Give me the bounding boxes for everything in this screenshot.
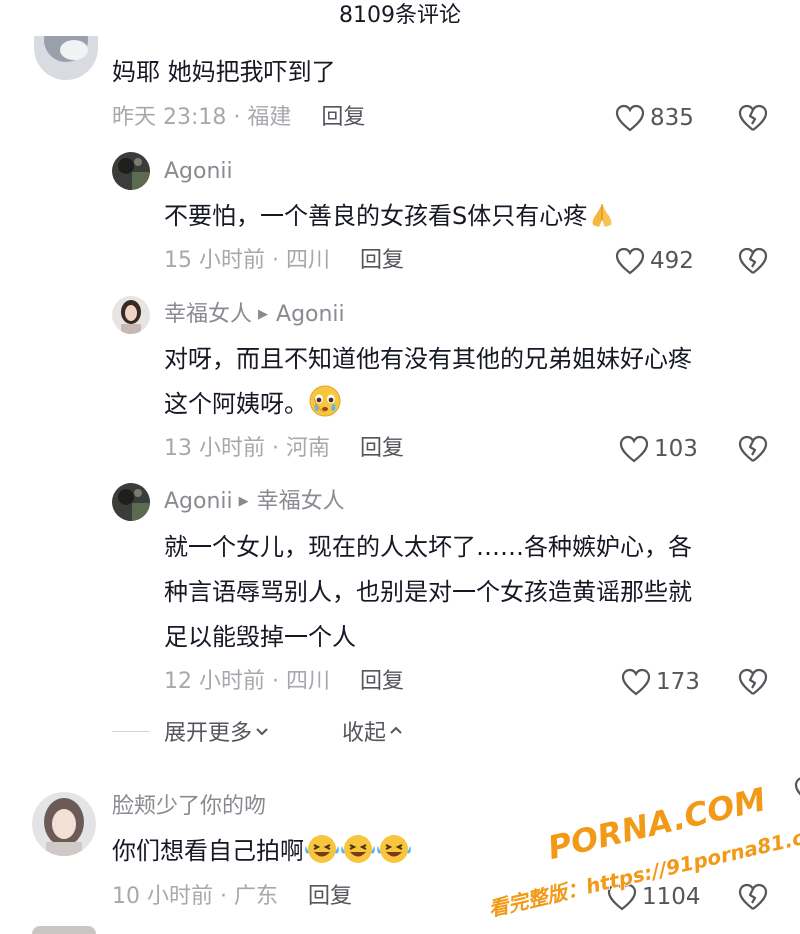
expand-more-button[interactable]: 展开更多 bbox=[164, 715, 272, 747]
divider bbox=[112, 730, 150, 732]
broken-heart-icon bbox=[738, 247, 768, 274]
avatar[interactable] bbox=[32, 792, 96, 856]
comment-meta: 12 小时前 · 四川 回复 bbox=[164, 668, 404, 696]
like-count: 173 bbox=[656, 669, 700, 695]
collapse-label: 收起 bbox=[342, 721, 387, 746]
reply-button[interactable]: 回复 bbox=[360, 669, 404, 694]
comment-text-body: 不要怕，一个善良的女孩看S体只有心疼 bbox=[164, 202, 588, 230]
dislike-button[interactable] bbox=[736, 433, 770, 465]
avatar[interactable] bbox=[112, 152, 150, 190]
comment-time-location: 15 小时前 · 四川 bbox=[164, 248, 330, 273]
reply-target[interactable]: 幸福女人 bbox=[257, 489, 345, 514]
comment-text: 你们想看自己拍啊 bbox=[112, 831, 412, 877]
like-count: 492 bbox=[650, 248, 694, 274]
laughing-face-icon bbox=[376, 833, 412, 877]
folded-hands-icon bbox=[587, 200, 617, 242]
comment-time-location: 12 小时前 · 四川 bbox=[164, 669, 330, 694]
comment-text-line: 这个阿姨呀。 bbox=[164, 390, 308, 418]
comment-time-location: 10 小时前 · 广东 bbox=[112, 884, 278, 909]
heart-icon bbox=[621, 668, 651, 696]
dislike-button[interactable] bbox=[736, 245, 770, 277]
dislike-button[interactable] bbox=[736, 666, 770, 698]
comment-text-body: 你们想看自己拍啊 bbox=[112, 837, 304, 865]
comment-meta: 13 小时前 · 河南 回复 bbox=[164, 435, 404, 463]
laughing-face-icon bbox=[340, 833, 376, 877]
dislike-button[interactable] bbox=[736, 881, 770, 913]
comment-meta: 10 小时前 · 广东 回复 bbox=[112, 883, 352, 911]
like-button[interactable]: 492 bbox=[614, 245, 694, 277]
comment-username[interactable]: 脸颊少了你的吻 bbox=[112, 793, 266, 821]
broken-heart-icon bbox=[738, 883, 768, 910]
reply-arrow-icon: ▶ bbox=[258, 307, 269, 322]
laughing-face-icon bbox=[304, 833, 340, 877]
heart-icon bbox=[607, 883, 637, 911]
comment-text: 这个阿姨呀。 bbox=[164, 384, 342, 430]
thread-controls: 展开更多 收起 bbox=[112, 716, 406, 746]
broken-heart-icon bbox=[738, 668, 768, 695]
like-count: 103 bbox=[654, 436, 698, 462]
reply-button[interactable]: 回复 bbox=[360, 436, 404, 461]
avatar[interactable] bbox=[34, 36, 98, 80]
comments-count-title: 8109条评论 bbox=[339, 3, 461, 28]
avatar[interactable] bbox=[32, 926, 96, 934]
comment-text-line: 足以能毁掉一个人 bbox=[164, 623, 356, 651]
comment-time-location: 13 小时前 · 河南 bbox=[164, 436, 330, 461]
collapse-button[interactable]: 收起 bbox=[342, 715, 406, 747]
comment-username: Agonii ▶ 幸福女人 bbox=[164, 488, 345, 516]
watermark-domain: PORNA.COM bbox=[544, 780, 769, 867]
comment-meta: 昨天 23:18 · 福建 回复 bbox=[112, 104, 365, 132]
comment-meta: 15 小时前 · 四川 回复 bbox=[164, 247, 404, 275]
like-button[interactable]: 835 bbox=[614, 102, 694, 134]
comment-username[interactable]: Agonii bbox=[164, 158, 233, 186]
reply-button[interactable]: 回复 bbox=[360, 248, 404, 273]
like-button[interactable]: 103 bbox=[618, 433, 698, 465]
comment-text-line: 就一个女儿，现在的人太坏了……各种嫉妒心，各 bbox=[164, 533, 692, 561]
like-button[interactable]: 1104 bbox=[606, 881, 701, 913]
comment-text-line: 种言语辱骂别人，也别是对一个女孩造黄谣那些就 bbox=[164, 578, 692, 606]
broken-heart-icon bbox=[738, 435, 768, 462]
expand-more-label: 展开更多 bbox=[164, 721, 253, 746]
like-count: 835 bbox=[650, 105, 694, 131]
reply-button[interactable]: 回复 bbox=[321, 105, 365, 130]
like-button[interactable]: 173 bbox=[620, 666, 700, 698]
heart-icon bbox=[615, 104, 645, 132]
comment-author[interactable]: Agonii bbox=[164, 489, 233, 514]
comment-text-line: 对呀，而且不知道他有没有其他的兄弟姐妹好心疼 bbox=[164, 345, 692, 373]
avatar[interactable] bbox=[112, 296, 150, 334]
broken-heart-icon bbox=[792, 774, 800, 802]
crying-face-icon bbox=[308, 384, 342, 430]
reply-button[interactable]: 回复 bbox=[308, 884, 352, 909]
comment-text: 不要怕，一个善良的女孩看S体只有心疼 bbox=[164, 196, 617, 242]
avatar[interactable] bbox=[112, 483, 150, 521]
comment-author[interactable]: 幸福女人 bbox=[164, 302, 252, 327]
chevron-up-icon bbox=[390, 726, 402, 734]
like-count: 1104 bbox=[642, 884, 701, 910]
comment-time-location: 昨天 23:18 · 福建 bbox=[112, 105, 292, 130]
heart-icon bbox=[619, 435, 649, 463]
comment-username: 幸福女人 ▶ Agonii bbox=[164, 301, 345, 329]
reply-target[interactable]: Agonii bbox=[276, 302, 345, 327]
broken-heart-icon bbox=[738, 104, 768, 131]
reply-arrow-icon: ▶ bbox=[238, 494, 249, 509]
heart-icon bbox=[615, 247, 645, 275]
chevron-down-icon bbox=[256, 728, 268, 736]
comment-text: 妈耶 她妈把我吓到了 bbox=[112, 58, 336, 86]
dislike-button[interactable] bbox=[736, 102, 770, 134]
